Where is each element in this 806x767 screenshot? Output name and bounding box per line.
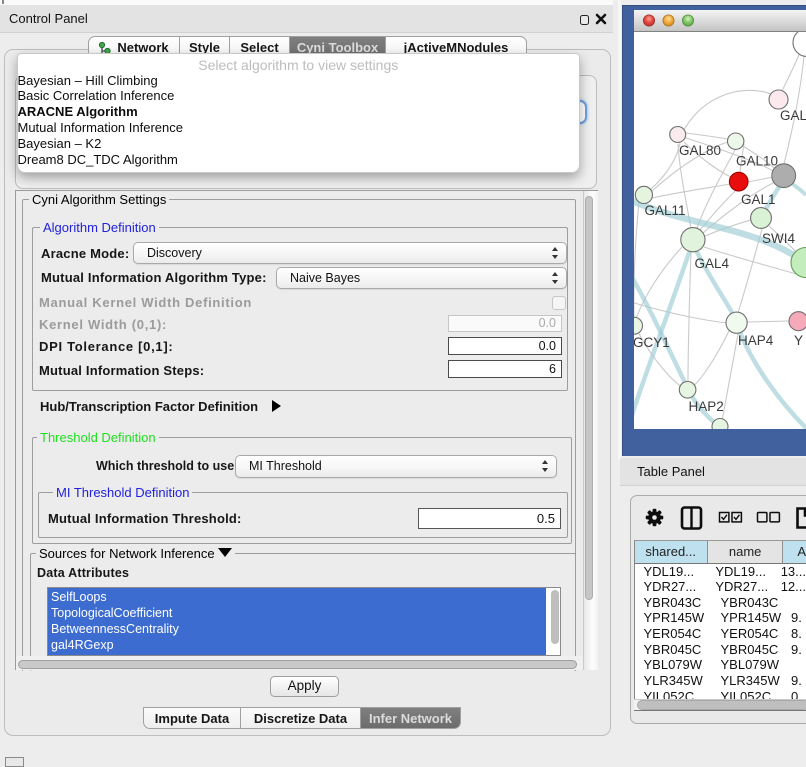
svg-text:GAL4: GAL4 (695, 256, 730, 271)
svg-text:GCY1: GCY1 (634, 335, 670, 350)
svg-text:GAL1: GAL1 (741, 192, 776, 207)
svg-text:GAL10: GAL10 (736, 153, 778, 168)
svg-text:HAP4: HAP4 (738, 333, 774, 348)
svg-text:GAL11: GAL11 (645, 203, 686, 218)
svg-text:Y: Y (794, 333, 803, 348)
svg-text:HAP2: HAP2 (689, 399, 724, 414)
svg-text:SWI4: SWI4 (762, 231, 795, 246)
svg-text:GAL: GAL (780, 108, 806, 123)
svg-text:GAL80: GAL80 (679, 143, 721, 158)
